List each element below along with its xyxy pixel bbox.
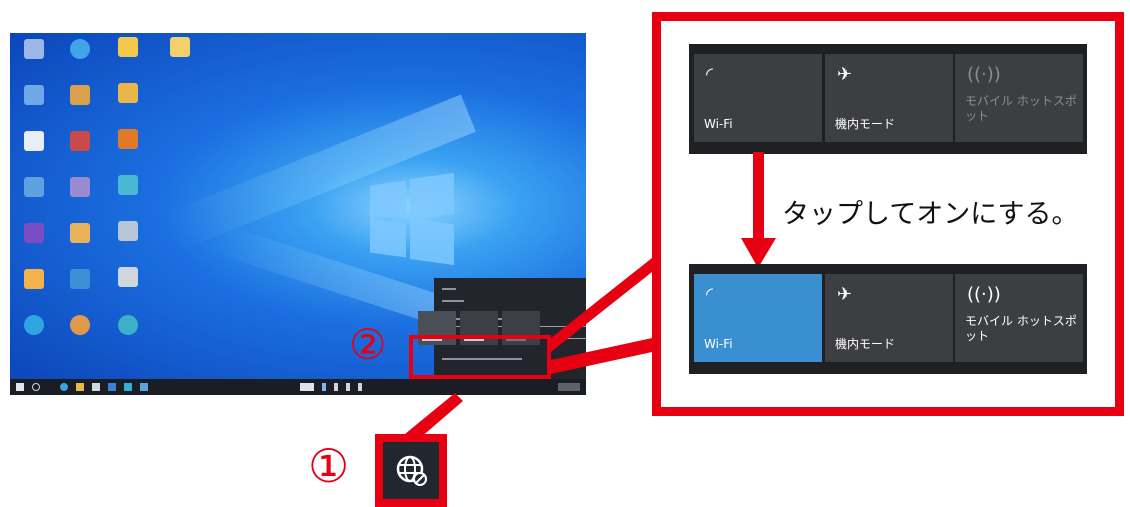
- network-tray-button[interactable]: [383, 442, 439, 499]
- hotspot-tile-after[interactable]: ((·)) モバイル ホットスポット: [955, 274, 1083, 362]
- wifi-icon: ◜: [706, 284, 713, 305]
- tile-label: モバイル ホットスポット: [965, 314, 1077, 343]
- tile-label: Wi-Fi: [704, 337, 733, 351]
- globe-icon: [396, 455, 427, 486]
- step-1-marker: ①: [308, 439, 350, 493]
- hotspot-icon: ((·)): [967, 284, 1001, 305]
- airplane-tile-after[interactable]: ✈ 機内モード: [825, 274, 953, 362]
- network-icon-highlight: [375, 434, 447, 507]
- wifi-tile-after[interactable]: ◜ Wi-Fi: [694, 274, 822, 362]
- airplane-icon: ✈: [837, 284, 853, 305]
- quick-actions-after: ◜ Wi-Fi ✈ 機内モード ((·)) モバイル ホットスポット: [689, 264, 1087, 374]
- down-arrow: [741, 152, 776, 268]
- step-2-marker: ②: [349, 320, 387, 369]
- instruction-text: タップしてオンにする。: [782, 199, 1079, 230]
- tile-label: 機内モード: [835, 337, 896, 351]
